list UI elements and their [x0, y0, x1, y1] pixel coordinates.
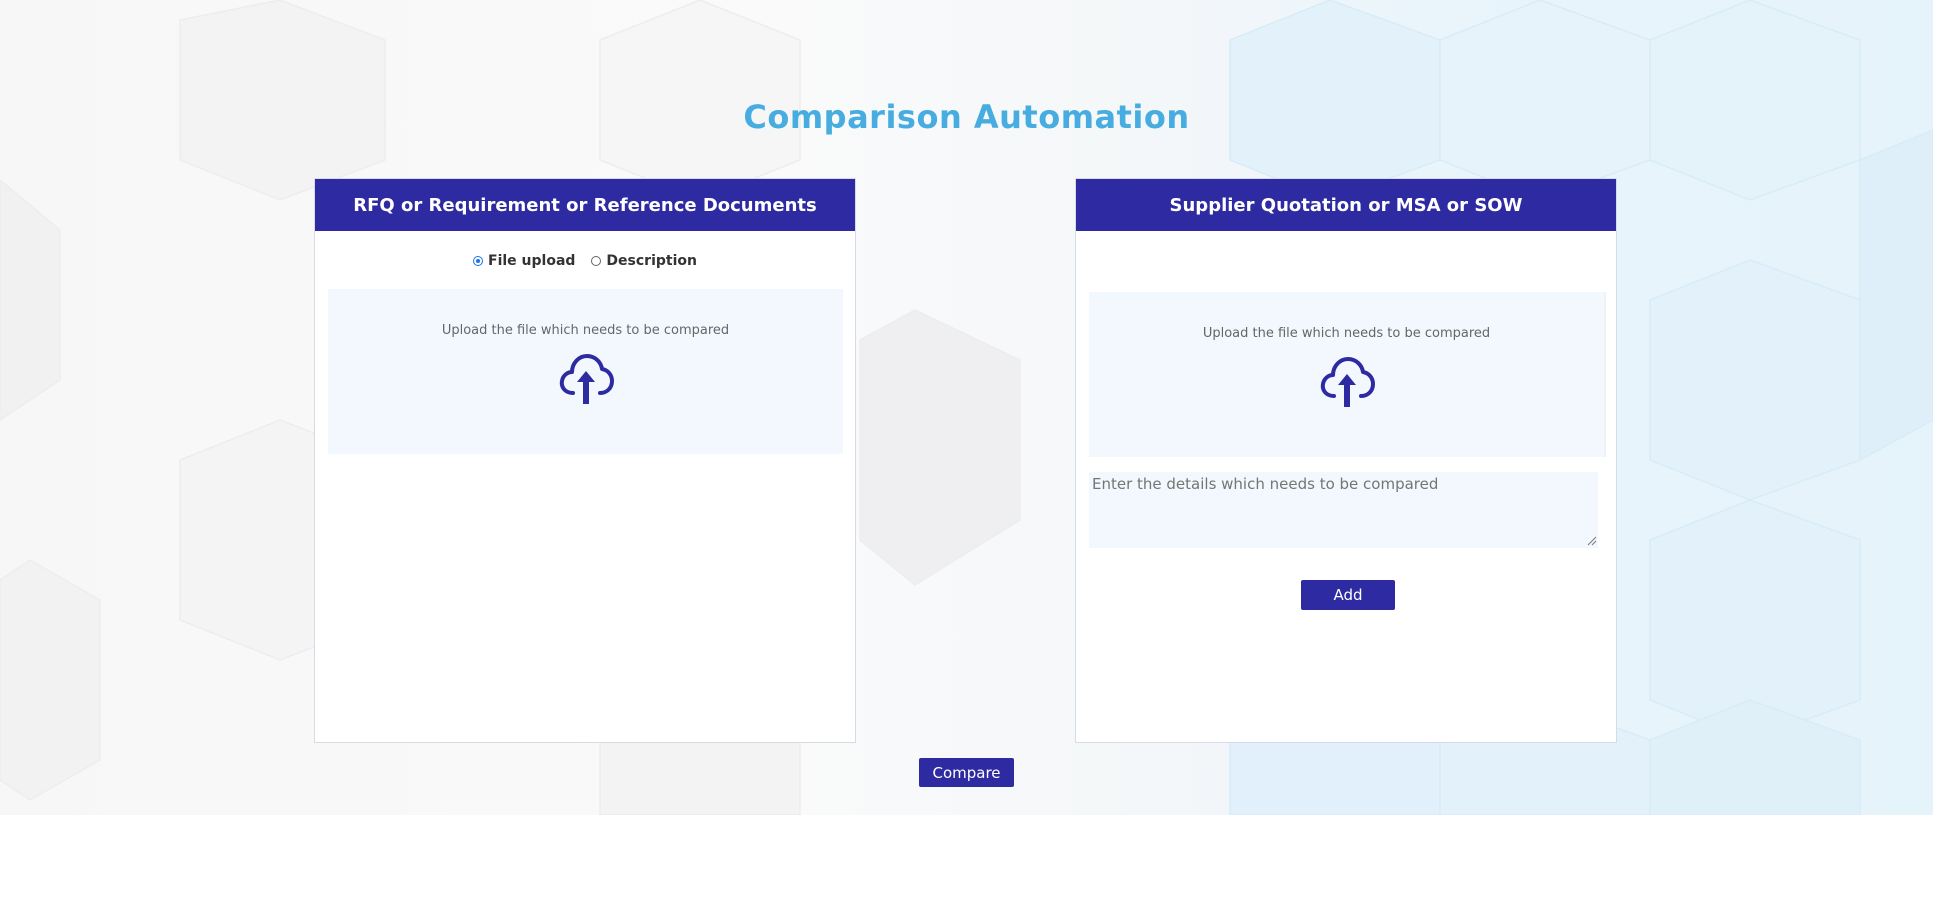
supplier-panel-header: Supplier Quotation or MSA or SOW: [1076, 179, 1616, 231]
input-mode-radio-group: File upload Description: [315, 253, 855, 269]
cloud-upload-icon: [1320, 357, 1375, 407]
compare-button[interactable]: Compare: [919, 758, 1014, 787]
details-textarea[interactable]: [1089, 472, 1598, 548]
page-title: Comparison Automation: [743, 98, 1190, 136]
description-radio-label: Description: [606, 253, 697, 269]
dropzone-instruction: Upload the file which needs to be compar…: [1202, 326, 1491, 341]
resize-handle-icon[interactable]: [1587, 536, 1597, 546]
supplier-quotation-panel: Supplier Quotation or MSA or SOW Upload …: [1075, 178, 1617, 743]
file-upload-radio-label: File upload: [488, 253, 576, 269]
reference-panel-header: RFQ or Requirement or Reference Document…: [315, 179, 855, 231]
add-button[interactable]: Add: [1301, 580, 1395, 610]
file-upload-radio[interactable]: File upload: [473, 253, 575, 269]
file-upload-radio-dot[interactable]: [473, 256, 484, 266]
cloud-upload-icon: [559, 354, 614, 404]
description-radio-dot[interactable]: [591, 256, 602, 266]
reference-documents-panel: RFQ or Requirement or Reference Document…: [314, 178, 856, 743]
reference-file-dropzone[interactable]: Upload the file which needs to be compar…: [328, 289, 843, 454]
dropzone-instruction: Upload the file which needs to be compar…: [441, 323, 730, 338]
description-radio[interactable]: Description: [591, 253, 697, 269]
supplier-file-dropzone[interactable]: Upload the file which needs to be compar…: [1089, 292, 1606, 457]
